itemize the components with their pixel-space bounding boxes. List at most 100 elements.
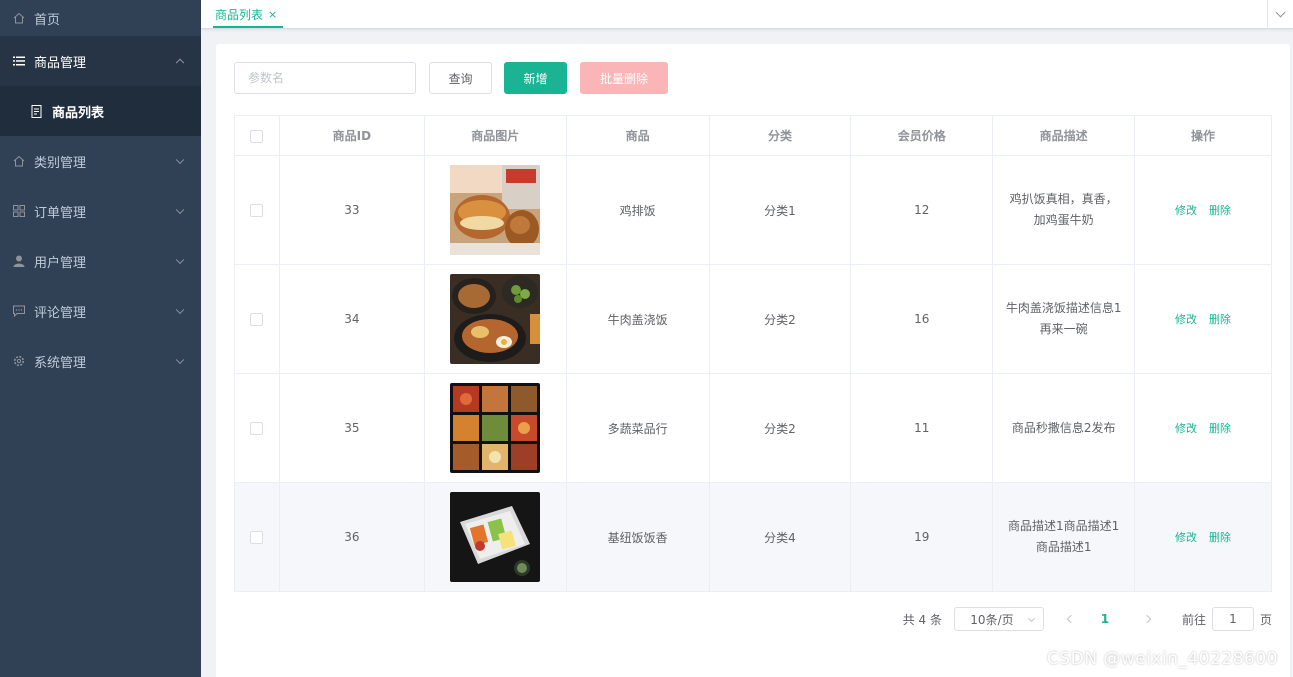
row-checkbox[interactable] (250, 422, 264, 435)
sidebar-item-category-management[interactable]: 类别管理 (0, 136, 201, 186)
cell-price: 19 (850, 482, 994, 592)
query-button[interactable]: 查询 (429, 62, 492, 94)
cell-actions: 修改 删除 (1134, 155, 1272, 265)
main-panel: 查询 新增 批量删除 商品ID 商品图片 商品 分类 会员价格 商品描述 操作 (216, 44, 1290, 677)
description-line: 商品秒撒信息2发布 (1011, 420, 1116, 435)
column-header-id: 商品ID (278, 115, 425, 156)
sidebar-item-user-management[interactable]: 用户管理 (0, 236, 201, 286)
goto-page-input[interactable] (1211, 607, 1254, 631)
chevron-right-icon (1142, 614, 1152, 624)
edit-link[interactable]: 修改 (1175, 204, 1197, 217)
chevron-down-icon (175, 255, 185, 265)
tab-goods-list[interactable]: 商品列表 × (215, 0, 277, 29)
page-size-select[interactable]: 10条/页 (953, 607, 1044, 631)
tab-label: 商品列表 (215, 8, 264, 22)
table-header-row: 商品ID 商品图片 商品 分类 会员价格 商品描述 操作 (234, 115, 1272, 156)
chevron-down-icon (1275, 7, 1286, 18)
delete-link[interactable]: 删除 (1209, 204, 1231, 217)
sidebar: 首页 商品管理 商品列表 类别管理 订单管理 用户管理 评论管理 系统管理 (0, 0, 201, 677)
sidebar-item-label: 订单管理 (34, 205, 87, 221)
description-line: 商品描述1商品描述1 (1008, 519, 1120, 533)
sidebar-item-goods-list[interactable]: 商品列表 (0, 86, 201, 136)
close-icon[interactable]: × (268, 8, 277, 21)
delete-link[interactable]: 删除 (1209, 422, 1231, 435)
chevron-up-icon (175, 58, 185, 68)
chevron-down-icon (175, 305, 185, 315)
column-header-image: 商品图片 (423, 115, 567, 156)
sidebar-item-label: 评论管理 (34, 305, 87, 321)
description-line: 加鸡蛋牛奶 (1033, 213, 1094, 227)
sidebar-item-label: 系统管理 (34, 355, 87, 371)
prev-page-button[interactable] (1056, 607, 1086, 631)
cell-description: 商品描述1商品描述1 商品描述1 (992, 482, 1136, 592)
row-checkbox[interactable] (250, 313, 264, 326)
column-header-name: 商品 (565, 115, 710, 156)
cell-description: 商品秒撒信息2发布 (992, 373, 1136, 483)
sidebar-item-label: 商品列表 (52, 105, 105, 121)
gear-icon (12, 354, 26, 368)
cell-price: 16 (850, 264, 994, 374)
sidebar-item-label: 类别管理 (34, 155, 87, 171)
delete-link[interactable]: 删除 (1209, 531, 1231, 544)
goto-suffix: 页 (1259, 612, 1272, 627)
document-icon (30, 104, 44, 118)
grid-icon (12, 204, 26, 218)
description-line: 商品描述1 (1035, 540, 1092, 554)
edit-link[interactable]: 修改 (1175, 531, 1197, 544)
cell-actions: 修改 删除 (1134, 264, 1272, 374)
page-size-value: 10条/页 (970, 612, 1014, 627)
table-row: 35 多蔬菜品行 分类2 11 商品秒撒信息2发布 修改 删除 (234, 373, 1272, 483)
next-page-button[interactable] (1132, 607, 1162, 631)
tab-bar: 商品列表 × (201, 0, 1293, 29)
page-number-current[interactable]: 1 (1090, 612, 1120, 626)
cell-id: 34 (278, 264, 425, 374)
tab-dropdown-button[interactable] (1267, 0, 1293, 29)
active-tab-indicator (213, 26, 283, 28)
sidebar-item-goods-management[interactable]: 商品管理 (0, 36, 201, 86)
sidebar-item-label: 商品管理 (34, 55, 87, 71)
cell-price: 11 (850, 373, 994, 483)
edit-link[interactable]: 修改 (1175, 422, 1197, 435)
table-row: 33 鸡排饭 分类1 12 鸡扒饭真相，真香， 加鸡蛋牛奶 修改 删除 (234, 155, 1272, 265)
search-input[interactable] (234, 62, 416, 94)
goods-table: 商品ID 商品图片 商品 分类 会员价格 商品描述 操作 33 鸡排饭 分类1 … (234, 115, 1272, 592)
goto-prefix: 前往 (1181, 612, 1206, 627)
sidebar-item-comment-management[interactable]: 评论管理 (0, 286, 201, 336)
food-image (450, 165, 541, 255)
row-checkbox[interactable] (250, 204, 264, 217)
delete-link[interactable]: 删除 (1209, 313, 1231, 326)
row-select-cell (234, 155, 280, 265)
add-button[interactable]: 新增 (504, 62, 567, 94)
column-header-description: 商品描述 (992, 115, 1136, 156)
cell-image (423, 482, 567, 592)
cell-image (423, 373, 567, 483)
toolbar: 查询 新增 批量删除 (234, 62, 668, 94)
batch-delete-button[interactable]: 批量删除 (580, 62, 668, 94)
sidebar-item-order-management[interactable]: 订单管理 (0, 186, 201, 236)
description-line: 牛肉盖浇饭描述信息1 (1005, 301, 1122, 315)
column-header-category: 分类 (708, 115, 852, 156)
cell-price: 12 (850, 155, 994, 265)
cell-category: 分类2 (708, 264, 852, 374)
page-jumper: 前往 页 (1182, 607, 1272, 631)
list-icon (12, 54, 26, 68)
sidebar-item-system-management[interactable]: 系统管理 (0, 336, 201, 386)
row-checkbox[interactable] (250, 531, 264, 544)
sidebar-item-label: 用户管理 (34, 255, 87, 271)
cell-actions: 修改 删除 (1134, 482, 1272, 592)
select-all-checkbox[interactable] (250, 129, 264, 143)
column-header-actions: 操作 (1134, 115, 1272, 156)
cell-id: 36 (278, 482, 425, 592)
cell-name: 基纽饭饭香 (565, 482, 710, 592)
chevron-down-icon (175, 155, 185, 165)
cell-name: 鸡排饭 (565, 155, 710, 265)
cell-description: 鸡扒饭真相，真香， 加鸡蛋牛奶 (992, 155, 1136, 265)
cell-name: 牛肉盖浇饭 (565, 264, 710, 374)
chat-icon (12, 304, 26, 318)
cell-id: 35 (278, 373, 425, 483)
cell-category: 分类1 (708, 155, 852, 265)
select-all-cell (234, 115, 280, 156)
sidebar-item-home[interactable]: 首页 (0, 0, 201, 36)
edit-link[interactable]: 修改 (1175, 313, 1197, 326)
watermark: CSDN @weixin_40228600 (1046, 649, 1278, 669)
